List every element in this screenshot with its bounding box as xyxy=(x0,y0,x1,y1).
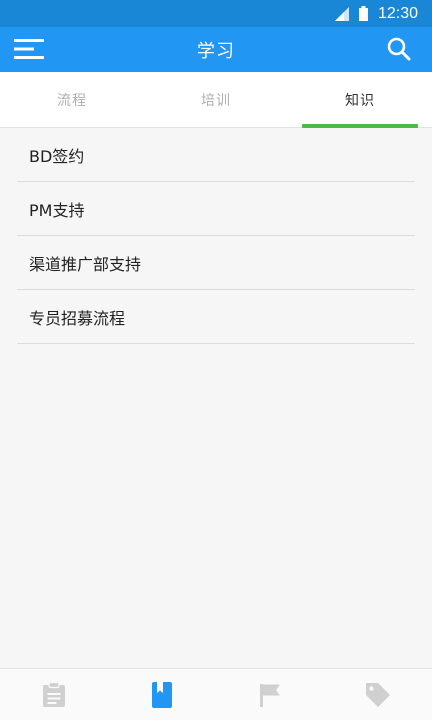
flag-icon xyxy=(260,683,280,707)
tab-label: 知识 xyxy=(345,92,375,109)
search-icon[interactable] xyxy=(386,36,412,62)
tab-knowledge[interactable]: 知识 xyxy=(288,72,432,128)
nav-item-tag[interactable] xyxy=(324,669,432,720)
status-time: 12:30 xyxy=(377,4,418,22)
battery-icon xyxy=(358,6,368,21)
list-item[interactable]: BD签约 xyxy=(17,128,415,182)
tab-process[interactable]: 流程 xyxy=(0,72,144,127)
nav-item-book[interactable] xyxy=(108,669,216,720)
list-item[interactable]: 专员招募流程 xyxy=(17,290,415,344)
book-icon xyxy=(152,681,172,708)
signal-icon xyxy=(334,6,349,21)
clipboard-icon xyxy=(43,681,65,707)
list-item[interactable]: PM支持 xyxy=(17,182,415,236)
nav-item-clipboard[interactable] xyxy=(0,669,108,720)
tab-bar: 流程 培训 知识 xyxy=(0,72,432,128)
list-item-label: 渠道推广部支持 xyxy=(29,254,142,274)
bottom-nav xyxy=(0,668,432,720)
page-title: 学习 xyxy=(197,40,235,62)
list-item-label: BD签约 xyxy=(29,146,85,166)
app-bar: 学习 xyxy=(0,27,432,72)
list-item-label: 专员招募流程 xyxy=(29,308,126,328)
menu-icon[interactable] xyxy=(14,36,46,62)
tag-icon xyxy=(366,682,390,707)
tab-training[interactable]: 培训 xyxy=(144,72,288,127)
tab-label: 流程 xyxy=(57,92,87,109)
knowledge-list: BD签约 PM支持 渠道推广部支持 专员招募流程 xyxy=(0,128,432,344)
list-item[interactable]: 渠道推广部支持 xyxy=(17,236,415,290)
tab-label: 培训 xyxy=(201,92,231,109)
nav-item-flag[interactable] xyxy=(216,669,324,720)
status-bar: 12:30 xyxy=(0,0,432,27)
list-item-label: PM支持 xyxy=(29,200,85,220)
